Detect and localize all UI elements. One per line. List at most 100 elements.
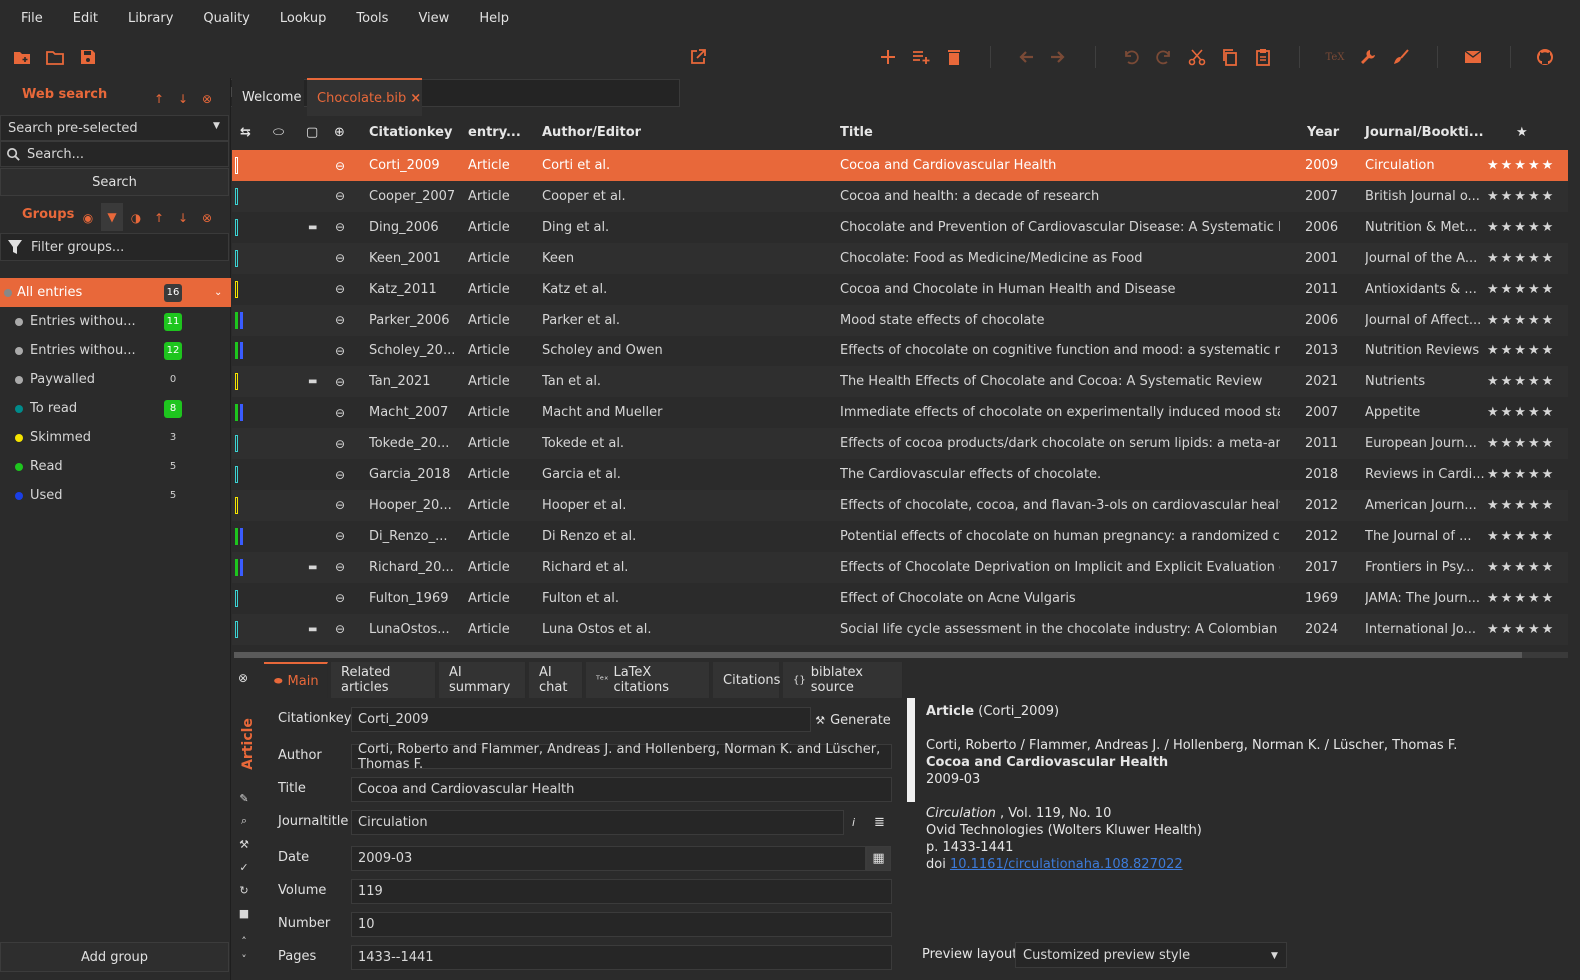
table-row[interactable]: ⊖ Parker_2006 Article Parker et al. Mood sta… — [232, 304, 1568, 336]
pdf-file-icon[interactable]: ▬ — [308, 614, 317, 645]
link-icon[interactable]: ⊖ — [335, 490, 345, 521]
close-icon[interactable]: ⊗ — [198, 90, 216, 108]
add-entry-icon[interactable] — [875, 44, 901, 70]
link-icon[interactable]: ⊖ — [335, 428, 345, 459]
table-row[interactable]: ⊖ Katz_2011 Article Katz et al. Cocoa and Ch… — [232, 274, 1568, 305]
cleanup-brush-icon[interactable]: ✓ — [236, 859, 252, 875]
mail-icon[interactable] — [1460, 44, 1486, 70]
group-item[interactable]: Entries withou... 11 — [0, 307, 231, 336]
table-row[interactable]: ⊖ Corti_2009 Article Corti et al. Cocoa and … — [232, 150, 1568, 181]
tab-chocolate-bib[interactable]: Chocolate.bib × — [307, 78, 422, 116]
add-entry-list-icon[interactable] — [908, 44, 934, 70]
group-item[interactable]: Used 5 — [0, 481, 231, 510]
list-icon[interactable]: ≣ — [874, 815, 885, 830]
vertical-scrollbar[interactable] — [1568, 116, 1580, 658]
link-icon[interactable]: ⊖ — [335, 243, 345, 274]
generate-button[interactable]: ⚒ Generate — [812, 708, 894, 733]
table-row[interactable]: ⊖ Di_Renzo_... Article Di Renzo et al. Poten… — [232, 521, 1568, 552]
menu-tools[interactable]: Tools — [347, 11, 397, 26]
link-icon[interactable]: ⊖ — [335, 212, 345, 243]
close-icon[interactable]: ⊗ — [198, 209, 216, 227]
add-group-button[interactable]: Add group — [0, 942, 229, 972]
menu-file[interactable]: File — [12, 11, 52, 26]
web-search-field[interactable]: Search... — [0, 141, 229, 167]
table-row[interactable]: ⊖ Tokede_20... Article Tokede et al. Effects… — [232, 428, 1568, 460]
cleanup-brush-icon[interactable] — [1388, 44, 1414, 70]
tex-icon[interactable]: TeX — [1322, 44, 1348, 70]
link-icon[interactable]: ⊖ — [335, 150, 345, 181]
move-down-icon[interactable]: ↓ — [174, 209, 192, 227]
link-icon[interactable]: ⊖ — [335, 614, 345, 645]
table-row[interactable]: ⊖ Cooper_2007 Article Cooper et al. Cocoa an… — [232, 180, 1568, 212]
table-row[interactable]: ⊖ Garcia_2018 Article Garcia et al. The Card… — [232, 459, 1568, 490]
save-icon[interactable] — [75, 44, 101, 70]
link-icon[interactable]: ⊖ — [335, 521, 345, 552]
pdf-file-icon[interactable]: ▬ — [308, 552, 317, 583]
delete-icon[interactable]: ■ — [236, 905, 252, 921]
arrow-left-icon[interactable] — [1013, 44, 1039, 70]
table-row[interactable]: ⊖ Fulton_1969 Article Fulton et al. Effect o… — [232, 583, 1568, 614]
search-button[interactable]: Search — [0, 168, 229, 196]
move-down-icon[interactable]: ↓ — [174, 90, 192, 108]
group-all-entries[interactable]: All entries 16 ⌄ — [0, 278, 231, 307]
group-item[interactable]: Entries withou... 12 — [0, 336, 231, 365]
redo-icon[interactable] — [1151, 44, 1177, 70]
menu-lookup[interactable]: Lookup — [271, 11, 336, 26]
link-icon[interactable]: ⊖ — [335, 274, 345, 305]
arrow-right-icon[interactable] — [1045, 44, 1071, 70]
chevron-up-icon[interactable]: ˄ — [236, 933, 252, 949]
entry-type-vertical[interactable]: Article — [236, 714, 260, 774]
wrench-icon[interactable] — [1355, 44, 1381, 70]
menu-quality[interactable]: Quality — [194, 11, 258, 26]
link-icon[interactable]: ⊖ — [335, 397, 345, 428]
table-row[interactable]: ▬ ⊖ Richard_20... Article Richard et al. Effe… — [232, 551, 1568, 583]
field-title[interactable]: Cocoa and Cardiovascular Health — [351, 777, 892, 802]
intersection-icon[interactable]: ◑ — [127, 209, 145, 227]
editor-tab-main[interactable]: ⬬ Main — [264, 662, 328, 698]
col-title[interactable]: Title — [840, 116, 873, 149]
group-item[interactable]: Paywalled 0 — [0, 365, 231, 394]
close-icon[interactable]: ⊗ — [238, 671, 248, 685]
editor-tab-ai-summary[interactable]: AI summary — [439, 662, 526, 698]
editor-tab-latex-citations[interactable]: ᵀᵉˣ LaTeX citations — [586, 662, 710, 698]
delete-icon[interactable] — [941, 44, 967, 70]
preview-layout-select[interactable]: Customized preview style ▼ — [1015, 942, 1287, 968]
table-row[interactable]: ▬ ⊖ Ding_2006 Article Ding et al. Chocolate a… — [232, 212, 1568, 243]
menu-library[interactable]: Library — [119, 11, 182, 26]
link-icon[interactable]: ⊖ — [335, 305, 345, 336]
col-author[interactable]: Author/Editor — [542, 116, 641, 149]
link-icon[interactable]: ⊖ — [335, 181, 345, 212]
link-icon[interactable]: ⊖ — [335, 366, 345, 397]
pdf-file-icon[interactable]: ▬ — [308, 212, 317, 243]
menu-edit[interactable]: Edit — [64, 11, 107, 26]
horizontal-scrollbar[interactable] — [234, 652, 1568, 658]
editor-tab-citations[interactable]: Citations — [713, 662, 780, 698]
globe-icon[interactable]: ⊕ — [334, 116, 354, 149]
table-row[interactable]: ⊖ Hooper_20... Article Hooper et al. Effects… — [232, 489, 1568, 521]
field-journaltitle[interactable]: Circulation — [351, 810, 844, 835]
editor-tab-related-articles[interactable]: Related articles — [331, 662, 436, 698]
field-citationkey[interactable]: Corti_2009 — [351, 707, 811, 732]
link-icon[interactable]: ⊖ — [335, 459, 345, 490]
editor-tab-biblatex-source[interactable]: {} biblatex source — [783, 662, 903, 698]
cut-icon[interactable] — [1184, 44, 1210, 70]
link-icon[interactable]: ⊖ — [335, 552, 345, 583]
move-up-icon[interactable]: ↑ — [150, 209, 168, 227]
group-item[interactable]: Skimmed 3 — [0, 423, 231, 452]
pdf-file-icon[interactable]: ▬ — [308, 366, 317, 397]
scroll-thumb[interactable] — [234, 652, 1522, 658]
move-up-icon[interactable]: ↑ — [150, 90, 168, 108]
editor-scroll-thumb[interactable] — [907, 698, 915, 802]
editor-tab-ai-chat[interactable]: AI chat — [529, 662, 583, 698]
open-library-icon[interactable] — [42, 44, 68, 70]
edit-pencil-icon[interactable]: ✎ — [236, 790, 252, 806]
undo-icon[interactable] — [1118, 44, 1144, 70]
new-library-icon[interactable] — [9, 44, 35, 70]
field-volume[interactable]: 119 — [351, 879, 892, 904]
refresh-icon[interactable]: ↻ — [236, 882, 252, 898]
table-row[interactable]: ⊖ Scholey_20... Article Scholey and Owen Eff… — [232, 335, 1568, 366]
eye-icon[interactable]: ◉ — [79, 209, 97, 227]
filter-groups-field[interactable]: Filter groups... — [0, 233, 229, 261]
calendar-icon[interactable]: ▦ — [866, 846, 891, 871]
col-ranking[interactable]: ★ — [1516, 116, 1528, 149]
